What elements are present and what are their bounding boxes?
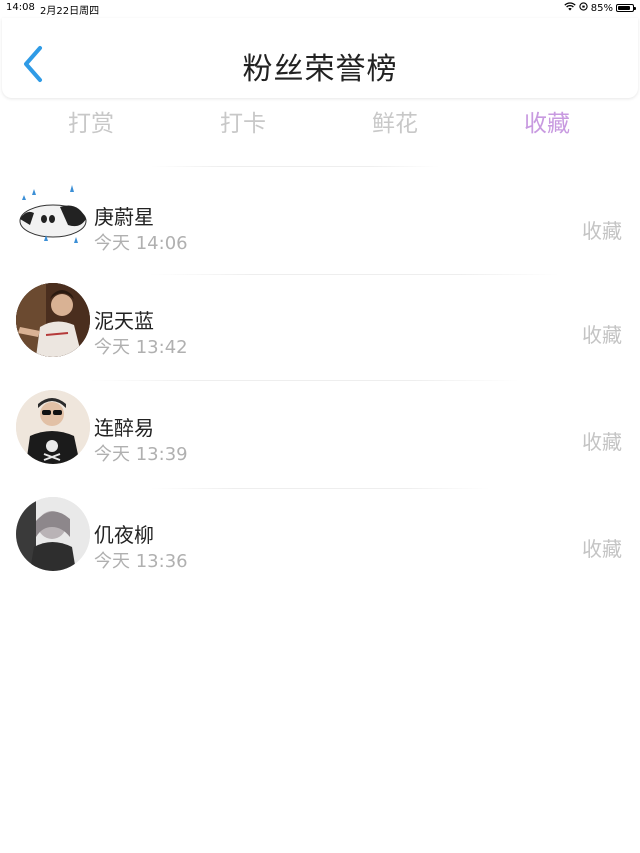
header: 粉丝荣誉榜 (2, 18, 638, 98)
tab-bar: 打赏 打卡 鲜花 收藏 (0, 104, 640, 144)
battery-percent: 85% (590, 2, 613, 14)
status-bar: 14:08 2月22日周四 85% (0, 0, 640, 17)
avatar (16, 283, 90, 357)
fan-time: 今天 13:39 (94, 444, 188, 465)
battery-fill (618, 6, 630, 10)
list-item[interactable]: 泥天蓝 今天 13:42 收藏 (0, 283, 640, 373)
action-label: 收藏 (582, 219, 622, 243)
wifi-icon (564, 2, 576, 14)
divider (90, 380, 520, 381)
action-label: 收藏 (582, 323, 622, 347)
list-item[interactable]: 庚蔚星 今天 14:06 收藏 (0, 179, 640, 269)
list-item[interactable]: 连醉易 今天 13:39 收藏 (0, 390, 640, 480)
fan-time: 今天 14:06 (94, 233, 188, 254)
action-label: 收藏 (582, 430, 622, 454)
fan-time: 今天 13:42 (94, 337, 188, 358)
tab-flowers[interactable]: 鲜花 (319, 104, 471, 138)
status-time: 14:08 (6, 2, 35, 13)
divider (150, 166, 440, 167)
tab-reward[interactable]: 打赏 (15, 104, 167, 138)
fan-name: 连醉易 (94, 416, 154, 440)
status-date: 2月22日周四 (40, 6, 100, 17)
tab-checkin[interactable]: 打卡 (167, 104, 319, 138)
rotation-lock-icon (579, 2, 588, 14)
list-item[interactable]: 仉夜柳 今天 13:36 收藏 (0, 497, 640, 587)
fan-time: 今天 13:36 (94, 551, 188, 572)
fan-name: 仉夜柳 (94, 523, 154, 547)
divider (150, 274, 560, 275)
avatar (16, 497, 90, 571)
page-title: 粉丝荣誉榜 (242, 52, 398, 87)
tab-favorites[interactable]: 收藏 (471, 104, 623, 138)
avatar (16, 390, 90, 464)
divider (150, 488, 490, 489)
battery-icon (616, 4, 636, 12)
fan-name: 泥天蓝 (94, 309, 154, 333)
avatar (16, 179, 90, 253)
fan-name: 庚蔚星 (94, 205, 154, 229)
action-label: 收藏 (582, 537, 622, 561)
status-indicators: 85% (564, 2, 636, 14)
